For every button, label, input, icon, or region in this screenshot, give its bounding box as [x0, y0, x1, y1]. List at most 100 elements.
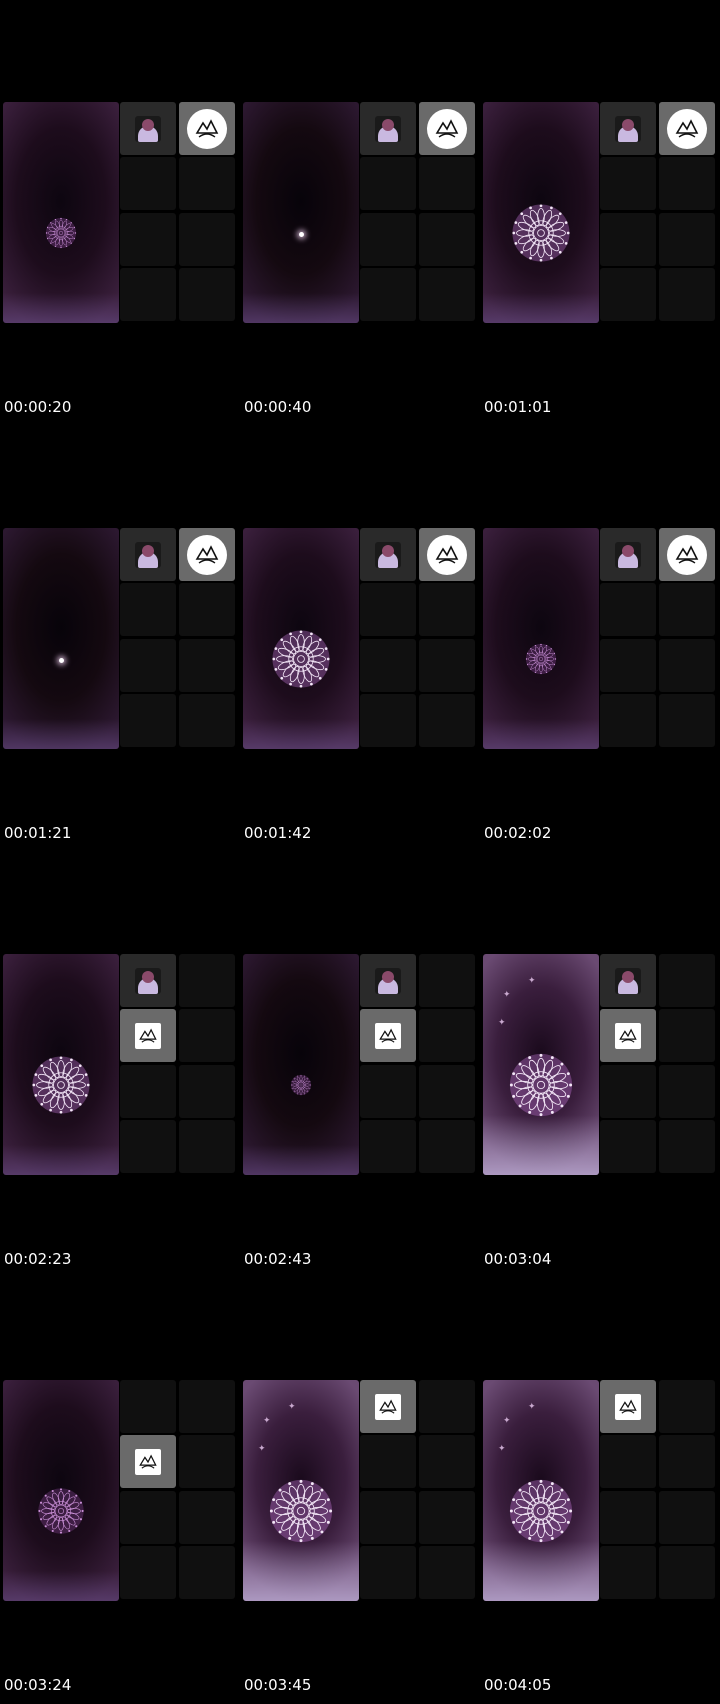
- empty-participant-tile: [600, 213, 656, 266]
- video-frame-thumbnail[interactable]: 00:02:23: [0, 852, 240, 1278]
- video-frame-thumbnail[interactable]: 00:00:40: [240, 0, 480, 426]
- empty-participant-tile: [659, 1491, 715, 1544]
- mandala-wrap: [504, 1474, 578, 1552]
- brand-logo-icon: [427, 534, 467, 575]
- empty-participant-tile: [419, 1435, 475, 1488]
- participant-avatar-tile[interactable]: [600, 102, 656, 155]
- participant-avatar-tile[interactable]: [360, 102, 416, 155]
- user-avatar-icon: [615, 115, 641, 142]
- cloud-glow: [243, 719, 359, 749]
- video-frame-thumbnail[interactable]: 00:01:01: [480, 0, 720, 426]
- frame-timestamp: 00:00:20: [4, 398, 72, 416]
- mandala-wrap: [507, 199, 575, 271]
- participant-avatar-tile[interactable]: [120, 102, 176, 155]
- empty-participant-tile: [659, 583, 715, 636]
- mandala-graphic: [38, 1487, 84, 1534]
- participant-avatar-tile[interactable]: [120, 954, 176, 1007]
- participant-logo-tile[interactable]: [179, 102, 235, 155]
- video-frame-thumbnail[interactable]: ✦ ✦ ✦ 00:03:45: [240, 1278, 480, 1704]
- user-avatar-icon: [375, 541, 401, 568]
- empty-participant-tile: [179, 1120, 235, 1173]
- empty-participant-tile: [659, 1435, 715, 1488]
- empty-participant-tile: [179, 1435, 235, 1488]
- mandala-graphic: [269, 1479, 333, 1542]
- mandala-graphic: [32, 1056, 90, 1114]
- participant-logo-tile[interactable]: [659, 528, 715, 581]
- cloud-glow: [3, 719, 119, 749]
- participant-logo-tile[interactable]: [360, 1009, 416, 1062]
- main-video-tile: [3, 954, 119, 1175]
- empty-participant-tile: [419, 639, 475, 692]
- sparkle-icon: ✦: [503, 990, 511, 1000]
- brand-logo-icon: [187, 534, 227, 575]
- empty-participant-tile: [600, 639, 656, 692]
- video-frame-thumbnail[interactable]: 00:01:42: [240, 426, 480, 852]
- empty-participant-tile: [419, 1491, 475, 1544]
- empty-participant-tile: [120, 1546, 176, 1599]
- empty-participant-tile: [360, 1491, 416, 1544]
- empty-participant-tile: [360, 583, 416, 636]
- empty-participant-tile: [659, 1546, 715, 1599]
- mandala-graphic: [45, 217, 77, 248]
- main-video-tile: [483, 528, 599, 749]
- frame-timestamp: 00:01:21: [4, 824, 72, 842]
- participant-avatar-tile[interactable]: [600, 528, 656, 581]
- user-avatar-icon: [135, 115, 161, 142]
- empty-participant-tile: [659, 694, 715, 747]
- video-frame-thumbnail[interactable]: 00:02:43: [240, 852, 480, 1278]
- empty-participant-tile: [659, 1380, 715, 1433]
- empty-participant-tile: [179, 1380, 235, 1433]
- mandala-wrap: [289, 1073, 313, 1101]
- participant-avatar-tile[interactable]: [120, 528, 176, 581]
- mandala-graphic: [512, 204, 570, 262]
- empty-participant-tile: [600, 1546, 656, 1599]
- participant-logo-tile[interactable]: [179, 528, 235, 581]
- video-frame-thumbnail[interactable]: 00:03:24: [0, 1278, 240, 1704]
- empty-participant-tile: [179, 157, 235, 210]
- empty-participant-tile: [419, 1065, 475, 1118]
- empty-participant-tile: [659, 268, 715, 321]
- empty-participant-tile: [179, 1546, 235, 1599]
- participant-avatar-tile[interactable]: [600, 954, 656, 1007]
- brand-logo-icon: [375, 1393, 401, 1420]
- video-frame-thumbnail[interactable]: 00:00:20: [0, 0, 240, 426]
- participant-logo-tile[interactable]: [360, 1380, 416, 1433]
- empty-participant-tile: [179, 583, 235, 636]
- frame-timestamp: 00:03:45: [244, 1676, 312, 1694]
- video-frame-thumbnail[interactable]: 00:01:21: [0, 426, 240, 852]
- empty-participant-tile: [120, 268, 176, 321]
- empty-participant-tile: [120, 213, 176, 266]
- participant-logo-tile[interactable]: [419, 528, 475, 581]
- empty-participant-tile: [179, 694, 235, 747]
- cloud-glow: [3, 1145, 119, 1175]
- main-video-tile: [3, 102, 119, 323]
- empty-participant-tile: [120, 694, 176, 747]
- participant-avatar-tile[interactable]: [360, 528, 416, 581]
- participant-logo-tile[interactable]: [120, 1009, 176, 1062]
- video-frame-thumbnail[interactable]: 00:02:02: [480, 426, 720, 852]
- brand-logo-icon: [667, 108, 707, 149]
- main-video-tile: [3, 1380, 119, 1601]
- main-video-tile: ✦ ✦ ✦: [483, 1380, 599, 1601]
- sparkle-icon: ✦: [288, 1402, 296, 1412]
- light-dot: [58, 658, 64, 664]
- participant-logo-tile[interactable]: [600, 1009, 656, 1062]
- cloud-glow: [3, 1571, 119, 1601]
- participant-logo-tile[interactable]: [419, 102, 475, 155]
- brand-logo-icon: [427, 108, 467, 149]
- mandala-wrap: [43, 215, 79, 255]
- video-frame-thumbnail[interactable]: ✦ ✦ ✦ 00:03:04: [480, 852, 720, 1278]
- empty-participant-tile: [179, 1009, 235, 1062]
- mandala-wrap: [504, 1048, 578, 1126]
- participant-logo-tile[interactable]: [120, 1435, 176, 1488]
- empty-participant-tile: [659, 213, 715, 266]
- participant-avatar-tile[interactable]: [360, 954, 416, 1007]
- participant-logo-tile[interactable]: [659, 102, 715, 155]
- participant-logo-tile[interactable]: [600, 1380, 656, 1433]
- empty-participant-tile: [360, 1435, 416, 1488]
- video-frame-thumbnail[interactable]: ✦ ✦ ✦ 00:04:05: [480, 1278, 720, 1704]
- brand-logo-icon: [187, 108, 227, 149]
- sparkle-icon: ✦: [258, 1444, 266, 1454]
- mandala-graphic: [509, 1479, 573, 1542]
- mandala-wrap: [34, 1484, 88, 1542]
